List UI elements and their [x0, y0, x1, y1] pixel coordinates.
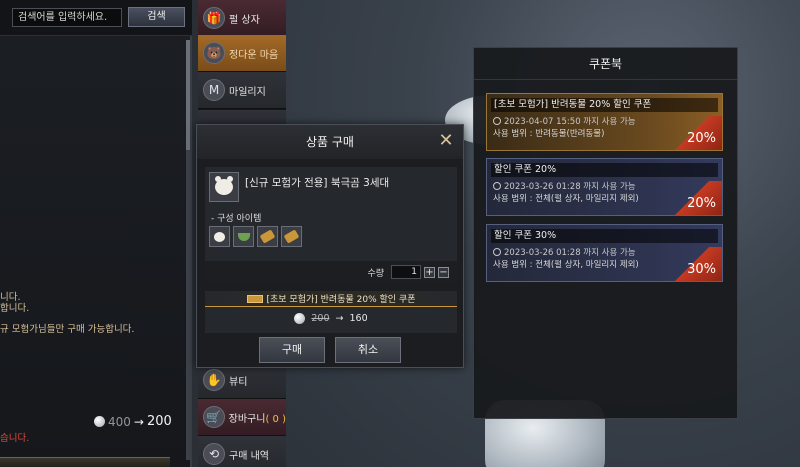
category-pearl-box[interactable]: 🎁 펄 상자 — [198, 0, 286, 37]
history-icon: ⟲ — [203, 443, 225, 465]
coupon-scope: 사용 범위 : 반려동물(반려동물) — [493, 129, 605, 139]
scroll-icon — [283, 229, 300, 244]
notice-text: 규 모험가님들만 구매 가능합니다. — [0, 324, 135, 335]
dialog-title: 상품 구매 — [197, 125, 463, 159]
category-warm-heart[interactable]: 🐻 정다운 마음 — [198, 35, 286, 72]
coupon-card[interactable]: 할인 쿠폰 20% 2023-03-26 01:28 까지 사용 가능 사용 범… — [486, 158, 723, 216]
search-input[interactable]: 검색어를 입력하세요. — [12, 8, 122, 27]
component-slot[interactable] — [209, 226, 230, 247]
food-bowl-icon — [237, 232, 250, 241]
quantity-decrease-button[interactable]: − — [438, 266, 449, 278]
category-purchase-history[interactable]: ⟲ 구매 내역 — [198, 436, 286, 467]
hand-icon: ✋ — [203, 369, 225, 391]
coupon-card[interactable]: [초보 모험가] 반려동물 20% 할인 쿠폰 2023-04-07 15:50… — [486, 93, 723, 151]
category-cart[interactable]: 🛒 장바구니( 0 ) — [198, 399, 286, 436]
arrow-icon: → — [133, 414, 144, 429]
components-label: - 구성 아이템 — [211, 214, 262, 224]
arrow-icon: → — [335, 313, 344, 324]
component-slot[interactable] — [233, 226, 254, 247]
silver-coin-icon — [294, 313, 306, 324]
coupon-ticket-icon — [246, 294, 263, 303]
quantity-input[interactable]: 1 — [391, 265, 421, 279]
shop-item-panel: 검색어를 입력하세요. 검색 니다. 합니다. 규 모험가님들만 구매 가능합니… — [0, 0, 192, 467]
applied-coupon-name: [초보 모험가] 반려동물 20% 할인 쿠폰 — [266, 295, 416, 305]
clock-icon — [493, 248, 501, 256]
polar-bear-icon — [214, 231, 225, 242]
coupon-percent: 30% — [687, 262, 716, 277]
coupon-expiry-text: 2023-03-26 01:28 까지 사용 가능 — [504, 248, 636, 258]
clock-icon — [493, 117, 501, 125]
coupon-expiry: 2023-03-26 01:28 까지 사용 가능 — [493, 180, 636, 192]
quantity-row: 수량 1 + − — [205, 261, 457, 283]
coupon-name: [초보 모험가] 반려동물 20% 할인 쿠폰 — [491, 98, 718, 112]
applied-coupon-header[interactable]: [초보 모험가] 반려동물 20% 할인 쿠폰 — [205, 291, 457, 307]
product-icon — [209, 172, 239, 202]
coupon-book-title: 쿠폰북 — [474, 48, 737, 80]
polar-bear-icon — [215, 176, 233, 195]
coupon-expiry: 2023-03-26 01:28 까지 사용 가능 — [493, 246, 636, 258]
coupon-name: 할인 쿠폰 20% — [491, 163, 718, 177]
category-label: 마일리지 — [229, 86, 266, 98]
silver-coin-icon — [94, 416, 105, 427]
gift-box-icon: 🎁 — [203, 7, 225, 29]
cart-count: ( 0 ) — [265, 413, 286, 425]
component-items — [209, 226, 302, 247]
cart-label: 장바구니 — [228, 413, 266, 425]
coupon-percent: 20% — [687, 131, 716, 146]
coupon-scope: 사용 범위 : 전체(펄 상자, 마일리지 제외) — [493, 260, 639, 270]
category-mileage[interactable]: M 마일리지 — [198, 72, 286, 109]
notice-text-warning: 습니다. — [0, 433, 30, 444]
coupon-scope: 사용 범위 : 전체(펄 상자, 마일리지 제외) — [493, 194, 639, 204]
category-label: 펄 상자 — [229, 14, 260, 26]
cart-icon: 🛒 — [203, 406, 225, 428]
purchase-dialog: 상품 구매 ✕ [신규 모험가 전용] 북극곰 3세대 - 구성 아이템 수량 … — [196, 124, 464, 368]
category-label: 구매 내역 — [229, 450, 269, 462]
buy-button[interactable]: 구매 — [259, 337, 325, 363]
bear-icon: 🐻 — [203, 42, 225, 64]
notice-text: 합니다. — [0, 303, 30, 314]
discount-price-row: 200 → 160 — [205, 313, 457, 324]
discounted-price: 200 — [146, 414, 172, 429]
coupon-card[interactable]: 할인 쿠폰 30% 2023-03-26 01:28 까지 사용 가능 사용 범… — [486, 224, 723, 282]
item-price: 400 → 200 — [94, 414, 172, 429]
category-label: 뷰티 — [229, 376, 248, 388]
mileage-icon: M — [203, 79, 225, 101]
scroll-thumb[interactable] — [186, 40, 190, 150]
coupon-expiry: 2023-04-07 15:50 까지 사용 가능 — [493, 115, 636, 127]
product-info: [신규 모험가 전용] 북극곰 3세대 - 구성 아이템 수량 1 + − — [205, 167, 457, 283]
original-price: 200 — [311, 313, 330, 324]
search-bar: 검색어를 입력하세요. 검색 — [0, 0, 192, 36]
component-slot[interactable] — [257, 226, 278, 247]
quantity-increase-button[interactable]: + — [424, 266, 435, 278]
search-button[interactable]: 검색 — [128, 7, 185, 27]
component-slot[interactable] — [281, 226, 302, 247]
original-price: 400 — [108, 414, 131, 429]
discounted-price: 160 — [349, 313, 368, 324]
cancel-button[interactable]: 취소 — [335, 337, 401, 363]
applied-coupon: [초보 모험가] 반려동물 20% 할인 쿠폰 200 → 160 — [205, 291, 457, 333]
close-icon[interactable]: ✕ — [437, 132, 455, 151]
product-name: [신규 모험가 전용] 북극곰 3세대 — [245, 177, 390, 189]
dialog-buttons: 구매 취소 — [197, 337, 463, 363]
coupon-expiry-text: 2023-03-26 01:28 까지 사용 가능 — [504, 182, 636, 192]
clock-icon — [493, 182, 501, 190]
coupon-expiry-text: 2023-04-07 15:50 까지 사용 가능 — [504, 117, 636, 127]
bottom-bar — [0, 457, 170, 467]
scrollbar[interactable] — [186, 40, 190, 460]
scroll-icon — [259, 229, 276, 244]
coupon-name: 할인 쿠폰 30% — [491, 229, 718, 243]
coupon-book-panel: 쿠폰북 [초보 모험가] 반려동물 20% 할인 쿠폰 2023-04-07 1… — [473, 47, 738, 419]
coupon-percent: 20% — [687, 196, 716, 211]
quantity-label: 수량 — [367, 268, 384, 279]
category-label: 장바구니( 0 ) — [229, 410, 286, 425]
category-label: 정다운 마음 — [229, 49, 279, 61]
